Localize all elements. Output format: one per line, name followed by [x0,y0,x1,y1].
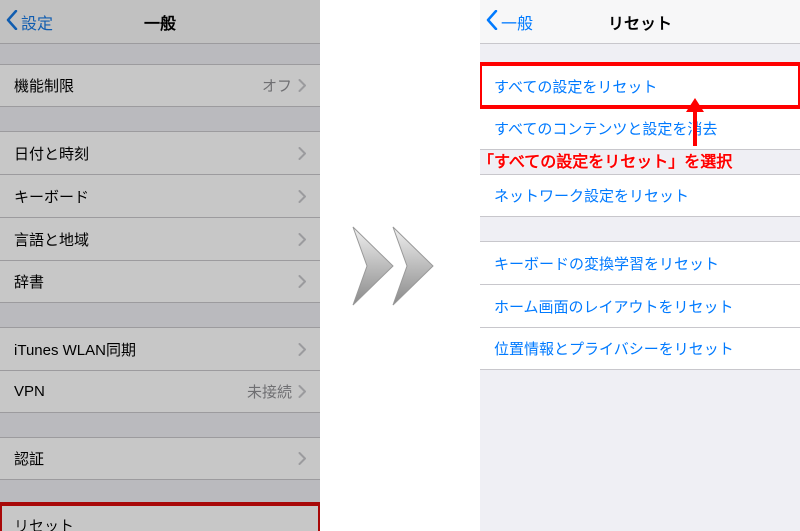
chevron-right-icon [298,275,306,288]
settings-group: 機能制限オフ [0,64,320,107]
settings-group: 日付と時刻キーボード言語と地域辞書 [0,131,320,303]
list-item-label: すべての設定をリセット [494,76,786,97]
list-item[interactable]: ホーム画面のレイアウトをリセット [480,284,800,327]
list-item[interactable]: VPN未接続 [0,370,320,413]
list-item-label: キーボード [14,186,298,207]
nav-title: 一般 [144,10,176,34]
list-item-value: オフ [262,75,292,96]
general-settings-list: 機能制限オフ日付と時刻キーボード言語と地域辞書 iTunes WLAN同期 VPN未… [0,44,320,531]
list-item-label: リセット [14,515,298,531]
chevron-right-icon [298,79,306,92]
general-settings-screen: 設定 一般 機能制限オフ日付と時刻キーボード言語と地域辞書 iTunes WLAN… [0,0,320,531]
list-item[interactable]: 位置情報とプライバシーをリセット [480,327,800,370]
list-item[interactable]: キーボード [0,174,320,217]
list-item[interactable]: リセット [0,504,320,531]
chevron-right-icon [298,147,306,160]
list-item[interactable]: 辞書 [0,260,320,303]
list-item[interactable]: すべてのコンテンツと設定を消去 [480,107,800,150]
chevron-right-icon [298,233,306,246]
list-item[interactable]: すべての設定をリセット [480,64,800,107]
list-item[interactable]: 認証 [0,437,320,480]
back-button[interactable]: 一般 [486,0,533,44]
list-item[interactable]: キーボードの変換学習をリセット [480,241,800,284]
navbar: 設定 一般 [0,0,320,44]
list-item-label: ネットワーク設定をリセット [494,185,786,206]
list-item-label: 日付と時刻 [14,143,298,164]
annotation-text: 「すべての設定をリセット」を選択 [478,148,732,172]
list-item[interactable]: iTunes WLAN同期 [0,327,320,370]
list-item[interactable]: 機能制限オフ [0,64,320,107]
settings-group: すべての設定をリセットすべてのコンテンツと設定を消去 [480,64,800,150]
list-item-label: すべてのコンテンツと設定を消去 [494,118,786,139]
back-label: 一般 [501,10,533,34]
back-button[interactable]: 設定 [6,0,53,44]
list-item-label: キーボードの変換学習をリセット [494,253,786,274]
chevron-right-icon [298,343,306,356]
list-item-label: VPN [14,383,247,400]
chevron-left-icon [486,10,501,35]
list-item-label: 言語と地域 [14,229,298,250]
list-item-label: 認証 [14,448,298,469]
list-item[interactable]: 日付と時刻 [0,131,320,174]
transition-arrow [320,0,480,531]
list-item-label: 機能制限 [14,75,262,96]
chevron-left-icon [6,10,21,35]
chevron-right-icon [298,452,306,465]
reset-settings-screen: 一般 リセット すべての設定をリセットすべてのコンテンツと設定を消去ネットワーク… [480,0,800,531]
settings-group: ネットワーク設定をリセット [480,174,800,217]
list-item-value: 未接続 [247,381,292,402]
chevron-right-icon [298,190,306,203]
back-label: 設定 [21,10,53,34]
chevron-right-icon [298,519,306,531]
reset-options-list: すべての設定をリセットすべてのコンテンツと設定を消去ネットワーク設定をリセットキ… [480,44,800,531]
list-item-label: 辞書 [14,271,298,292]
settings-group: 認証 [0,437,320,480]
settings-group: iTunes WLAN同期 VPN未接続 [0,327,320,413]
settings-group: リセット [0,504,320,531]
settings-group: キーボードの変換学習をリセットホーム画面のレイアウトをリセット位置情報とプライバ… [480,241,800,370]
annotation-arrow-icon [680,98,710,148]
list-item[interactable]: 言語と地域 [0,217,320,260]
list-item-label: iTunes WLAN同期 [14,339,298,360]
list-item-label: ホーム画面のレイアウトをリセット [494,296,786,317]
list-item-label: 位置情報とプライバシーをリセット [494,338,786,359]
navbar: 一般 リセット [480,0,800,44]
nav-title: リセット [608,10,672,34]
list-item[interactable]: ネットワーク設定をリセット [480,174,800,217]
chevron-right-icon [298,385,306,398]
